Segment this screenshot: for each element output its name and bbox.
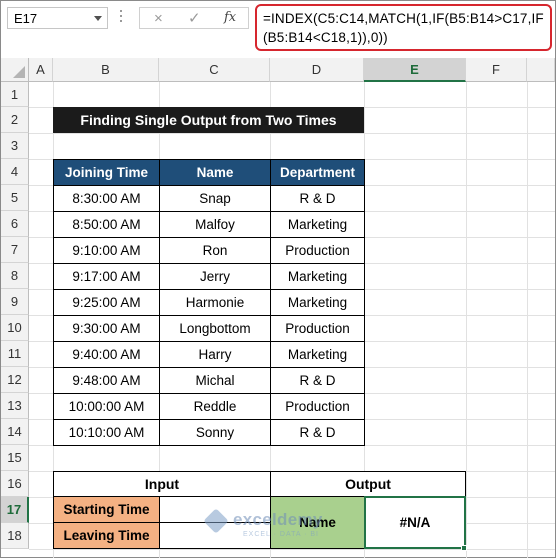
row-header-1[interactable]: 1: [1, 82, 29, 107]
table-cell[interactable]: 9:30:00 AM: [53, 315, 160, 342]
table-cell[interactable]: Harmonie: [159, 289, 271, 316]
row-header-10[interactable]: 10: [1, 315, 29, 341]
row-header-2[interactable]: 2: [1, 107, 29, 133]
fill-handle[interactable]: [461, 545, 467, 551]
column-header-b[interactable]: B: [53, 58, 159, 82]
column-header-c[interactable]: C: [159, 58, 270, 82]
table-cell[interactable]: 9:48:00 AM: [53, 367, 160, 394]
table-cell[interactable]: 9:40:00 AM: [53, 341, 160, 368]
formula-buttons: × ✓ fx: [139, 7, 249, 29]
table-cell[interactable]: 10:10:00 AM: [53, 419, 160, 446]
row-header-6[interactable]: 6: [1, 211, 29, 237]
table-cell[interactable]: 8:50:00 AM: [53, 211, 160, 238]
table-cell[interactable]: Malfoy: [159, 211, 271, 238]
starting-time-input[interactable]: [159, 496, 271, 523]
formula-bar: E17 × ✓ fx =INDEX(C5:C14,MATCH(1,IF(B5:B…: [1, 1, 555, 57]
table-cell[interactable]: Sonny: [159, 419, 271, 446]
column-header-f[interactable]: F: [466, 58, 527, 82]
chevron-down-icon[interactable]: [94, 16, 102, 21]
column-header-a[interactable]: A: [29, 58, 53, 82]
table-cell[interactable]: Snap: [159, 185, 271, 212]
row-header-8[interactable]: 8: [1, 263, 29, 289]
column-header-partial[interactable]: [527, 58, 555, 82]
leaving-time-input[interactable]: [159, 522, 271, 549]
drag-handle-icon[interactable]: [120, 10, 123, 26]
table-cell[interactable]: R & D: [270, 185, 365, 212]
row-header-5[interactable]: 5: [1, 185, 29, 211]
row-header-12[interactable]: 12: [1, 367, 29, 393]
insert-function-icon[interactable]: fx: [224, 10, 236, 25]
table-cell[interactable]: 9:25:00 AM: [53, 289, 160, 316]
gridline-horizontal: [29, 549, 555, 550]
table-cell[interactable]: Marketing: [270, 211, 365, 238]
leaving-time-label[interactable]: Leaving Time: [53, 522, 160, 549]
row-header-9[interactable]: 9: [1, 289, 29, 315]
select-all-icon: [13, 66, 25, 78]
table-cell[interactable]: R & D: [270, 367, 365, 394]
row-header-3[interactable]: 3: [1, 133, 29, 159]
input-header[interactable]: Input: [53, 471, 271, 497]
row-header-11[interactable]: 11: [1, 341, 29, 367]
column-header-e[interactable]: E: [364, 58, 466, 82]
table-header-cell[interactable]: Department: [270, 159, 365, 186]
gridline-vertical: [466, 82, 467, 558]
output-header[interactable]: Output: [270, 471, 466, 497]
output-name-label[interactable]: Name: [270, 496, 365, 549]
formula-input[interactable]: =INDEX(C5:C14,MATCH(1,IF(B5:B14>C17,IF(B…: [255, 4, 552, 51]
row-header-16[interactable]: 16: [1, 471, 29, 497]
gridline-vertical: [527, 82, 528, 558]
cancel-icon[interactable]: ×: [154, 10, 163, 27]
column-header-d[interactable]: D: [270, 58, 364, 82]
row-header-17[interactable]: 17: [1, 497, 29, 523]
name-box[interactable]: E17: [7, 7, 108, 29]
table-cell[interactable]: 8:30:00 AM: [53, 185, 160, 212]
table-cell[interactable]: Production: [270, 315, 365, 342]
row-header-15[interactable]: 15: [1, 445, 29, 471]
starting-time-label[interactable]: Starting Time: [53, 496, 160, 523]
gridline-horizontal: [29, 133, 555, 134]
table-cell[interactable]: Marketing: [270, 341, 365, 368]
table-cell[interactable]: R & D: [270, 419, 365, 446]
row-header-13[interactable]: 13: [1, 393, 29, 419]
table-cell[interactable]: Ron: [159, 237, 271, 264]
select-all-button[interactable]: [1, 58, 29, 82]
table-cell[interactable]: Reddle: [159, 393, 271, 420]
table-cell[interactable]: 9:17:00 AM: [53, 263, 160, 290]
row-header-18[interactable]: 18: [1, 523, 29, 549]
table-cell[interactable]: Marketing: [270, 263, 365, 290]
output-result-cell[interactable]: #N/A: [364, 496, 466, 549]
row-header-7[interactable]: 7: [1, 237, 29, 263]
table-header-cell[interactable]: Name: [159, 159, 271, 186]
table-cell[interactable]: Longbottom: [159, 315, 271, 342]
table-cell[interactable]: 9:10:00 AM: [53, 237, 160, 264]
row-header-4[interactable]: 4: [1, 159, 29, 185]
table-cell[interactable]: 10:00:00 AM: [53, 393, 160, 420]
sheet-title[interactable]: Finding Single Output from Two Times: [53, 107, 364, 133]
table-cell[interactable]: Jerry: [159, 263, 271, 290]
table-cell[interactable]: Production: [270, 237, 365, 264]
table-cell[interactable]: Marketing: [270, 289, 365, 316]
table-cell[interactable]: Production: [270, 393, 365, 420]
check-icon[interactable]: ✓: [188, 9, 201, 27]
table-header-cell[interactable]: Joining Time: [53, 159, 160, 186]
table-cell[interactable]: Michal: [159, 367, 271, 394]
row-header-14[interactable]: 14: [1, 419, 29, 445]
name-box-value: E17: [14, 11, 38, 26]
table-cell[interactable]: Harry: [159, 341, 271, 368]
